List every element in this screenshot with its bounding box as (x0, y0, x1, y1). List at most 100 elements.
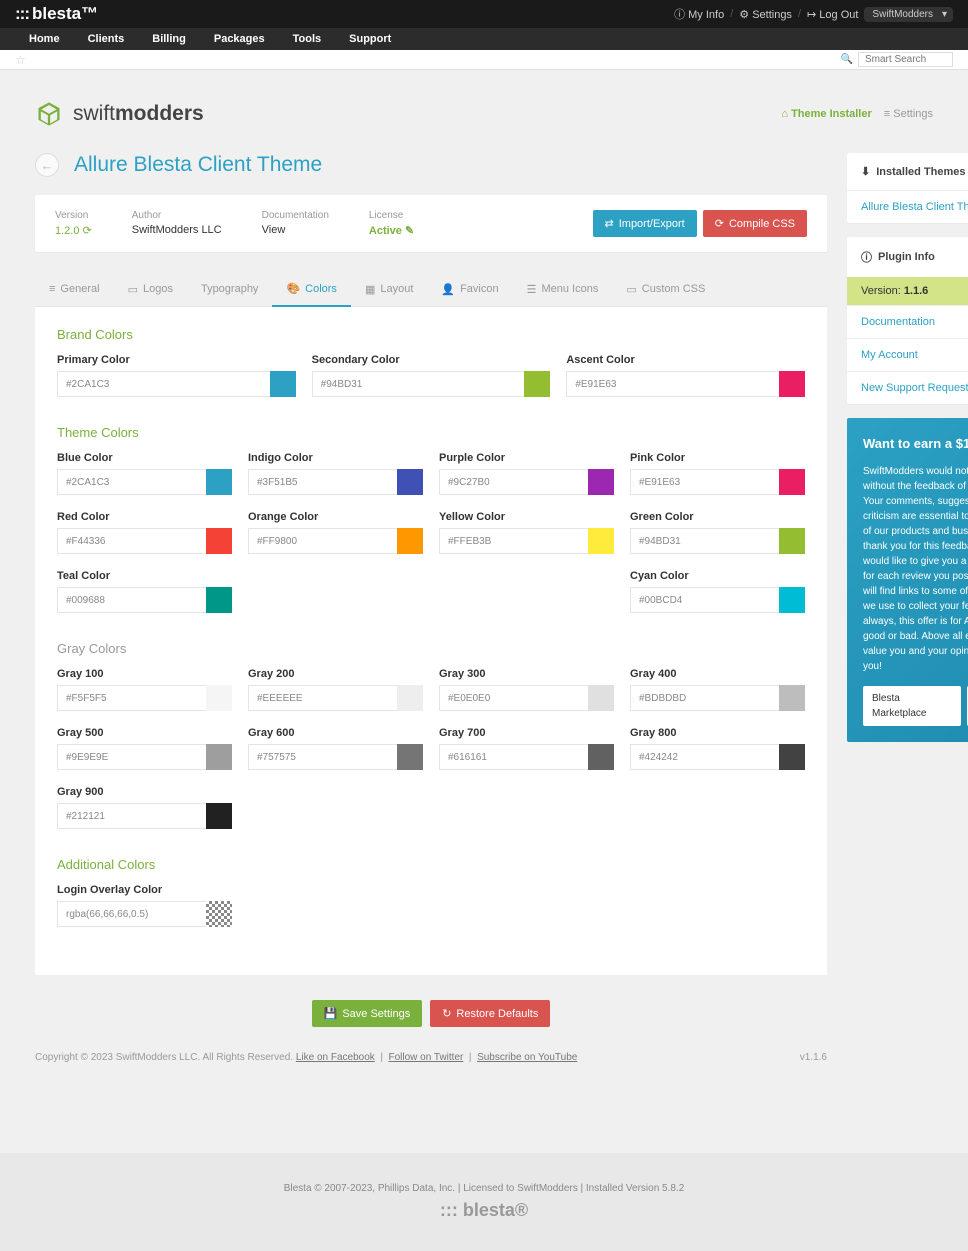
color-field: Gray 100 (57, 668, 232, 711)
color-input[interactable] (57, 528, 206, 554)
color-input[interactable] (57, 469, 206, 495)
tab-general[interactable]: ≡ General (35, 272, 114, 306)
tab-layout[interactable]: ▦ Layout (351, 272, 427, 306)
compile-css-button[interactable]: ⟳ Compile CSS (703, 210, 807, 237)
color-input[interactable] (630, 744, 779, 770)
crumb-theme-installer[interactable]: ⌂ Theme Installer (781, 108, 871, 120)
section-brand: Brand Colors (57, 327, 805, 342)
color-swatch[interactable] (397, 469, 423, 495)
my-info-link[interactable]: ⓘ My Info (674, 6, 724, 22)
color-swatch[interactable] (779, 528, 805, 554)
import-export-button[interactable]: ⇄ Import/Export (593, 210, 697, 237)
color-field: Gray 800 (630, 727, 805, 770)
color-swatch[interactable] (588, 685, 614, 711)
color-field: Gray 200 (248, 668, 423, 711)
color-input[interactable] (630, 469, 779, 495)
nav-packages[interactable]: Packages (200, 29, 279, 49)
color-swatch[interactable] (524, 371, 550, 397)
color-input[interactable] (248, 744, 397, 770)
color-field: Primary Color (57, 354, 296, 397)
color-input[interactable] (630, 528, 779, 554)
edit-icon[interactable]: ✎ (405, 225, 414, 237)
color-input[interactable] (57, 803, 206, 829)
installed-theme-link[interactable]: Allure Blesta Client Theme (847, 190, 968, 223)
nav-billing[interactable]: Billing (138, 29, 200, 49)
tab-custom-css[interactable]: ▭ Custom CSS (612, 272, 719, 306)
color-swatch[interactable] (206, 528, 232, 554)
color-input[interactable] (439, 685, 588, 711)
nav-home[interactable]: Home (15, 29, 74, 49)
color-swatch[interactable] (206, 469, 232, 495)
tab-logos[interactable]: ▭ Logos (114, 272, 187, 306)
color-input[interactable] (248, 685, 397, 711)
tab-menu-icons[interactable]: ☰ Menu Icons (513, 272, 613, 306)
color-swatch[interactable] (779, 371, 805, 397)
color-swatch[interactable] (588, 528, 614, 554)
blesta-logo[interactable]: :::blesta™ (15, 4, 98, 24)
color-input[interactable] (439, 469, 588, 495)
nav-clients[interactable]: Clients (74, 29, 139, 49)
color-input[interactable] (57, 744, 206, 770)
color-swatch[interactable] (206, 744, 232, 770)
color-input[interactable] (312, 371, 525, 397)
color-field: Pink Color (630, 452, 805, 495)
plugin-support-link[interactable]: New Support Request (847, 371, 968, 404)
plugin-account-link[interactable]: My Account (847, 338, 968, 371)
plugin-doc-link[interactable]: Documentation (847, 305, 968, 338)
color-swatch[interactable] (588, 744, 614, 770)
color-input[interactable] (57, 587, 206, 613)
facebook-link[interactable]: Like on Facebook (296, 1052, 375, 1063)
color-input[interactable] (630, 685, 779, 711)
searchrow: ☆ 🔍 (0, 50, 968, 70)
color-swatch[interactable] (779, 469, 805, 495)
color-swatch[interactable] (270, 371, 296, 397)
color-input[interactable] (439, 528, 588, 554)
color-label: Purple Color (439, 452, 614, 464)
color-input[interactable] (248, 528, 397, 554)
color-swatch[interactable] (206, 901, 232, 927)
tab-typography[interactable]: Typography (187, 272, 272, 306)
color-field: Gray 700 (439, 727, 614, 770)
color-input[interactable] (439, 744, 588, 770)
company-select[interactable]: SwiftModders (864, 7, 953, 22)
color-swatch[interactable] (206, 587, 232, 613)
marketplace-button[interactable]: Blesta Marketplace (863, 686, 961, 726)
bottom-footer: Blesta © 2007-2023, Phillips Data, Inc. … (0, 1153, 968, 1251)
star-icon[interactable]: ☆ (15, 53, 26, 67)
doc-view-link[interactable]: View (262, 224, 329, 236)
user-icon: 👤 (441, 283, 455, 296)
color-label: Pink Color (630, 452, 805, 464)
youtube-link[interactable]: Subscribe on YouTube (477, 1052, 577, 1063)
color-swatch[interactable] (206, 685, 232, 711)
color-field: Gray 400 (630, 668, 805, 711)
settings-link[interactable]: ⚙ Settings (739, 8, 792, 21)
color-input[interactable] (57, 685, 206, 711)
plugin-info-card: ⓘ Plugin Info Version: 1.1.6 Documentati… (847, 237, 968, 404)
list-icon: ≡ (884, 108, 890, 120)
twitter-link[interactable]: Follow on Twitter (389, 1052, 464, 1063)
color-input[interactable] (248, 469, 397, 495)
logout-link[interactable]: ↦ Log Out (807, 8, 858, 21)
crumb-settings[interactable]: ≡ Settings (884, 108, 933, 120)
page-title: Allure Blesta Client Theme (74, 153, 322, 177)
tab-favicon[interactable]: 👤 Favicon (427, 272, 512, 306)
meta-card: Version1.2.0 ⟳ AuthorSwiftModders LLC Do… (35, 195, 827, 252)
nav-support[interactable]: Support (335, 29, 405, 49)
color-input[interactable] (57, 901, 206, 927)
color-input[interactable] (566, 371, 779, 397)
nav-tools[interactable]: Tools (279, 29, 336, 49)
color-swatch[interactable] (397, 685, 423, 711)
search-input[interactable] (858, 52, 953, 67)
tab-colors[interactable]: 🎨 Colors (272, 272, 351, 307)
color-swatch[interactable] (206, 803, 232, 829)
color-input[interactable] (630, 587, 779, 613)
color-input[interactable] (57, 371, 270, 397)
color-swatch[interactable] (779, 587, 805, 613)
back-button[interactable]: ← (35, 153, 59, 177)
refresh-icon[interactable]: ⟳ (83, 225, 92, 237)
color-swatch[interactable] (397, 744, 423, 770)
color-swatch[interactable] (588, 469, 614, 495)
color-swatch[interactable] (397, 528, 423, 554)
color-swatch[interactable] (779, 685, 805, 711)
color-swatch[interactable] (779, 744, 805, 770)
